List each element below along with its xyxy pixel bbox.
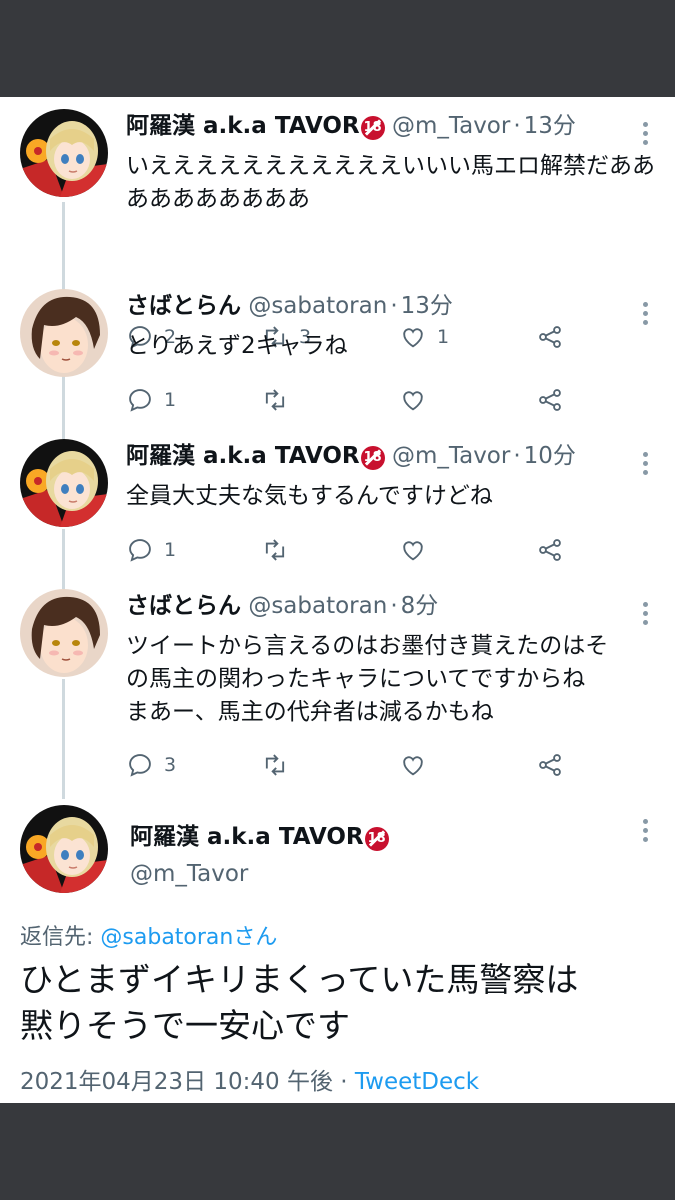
tweet-header: 阿羅漢 a.k.a TAVOR 18 @m_Tavor · 13分 [126, 112, 576, 140]
age-restriction-badge-icon: 18 [360, 116, 385, 140]
bottom-dark-bar [0, 1103, 675, 1200]
reply-to-line: 返信先: @sabatoranさん [20, 919, 277, 951]
tweet-actions: 3 [126, 750, 586, 780]
tweet[interactable]: さばとらん @sabatoran · 13分 とりあえず2キャラね 1 [0, 289, 675, 432]
tweet[interactable]: さばとらん @sabatoran · 8分 ツイートから言えるのはお墨付き貰えたのは… [0, 589, 675, 792]
tweet-source-link[interactable]: TweetDeck [355, 1069, 479, 1095]
reply-button[interactable]: 3 [126, 750, 176, 780]
tweet-time[interactable]: 13分 [401, 293, 453, 319]
user-handle[interactable]: @sabatoran [248, 593, 387, 619]
share-icon [539, 754, 561, 776]
tweet-text: いえええええええええええいいい馬エロ解禁だああああああああああ [126, 153, 655, 212]
tweet-time[interactable]: 10分 [524, 443, 576, 469]
tweet-timestamp[interactable]: 2021年04月23日 10:40 午後 [20, 1069, 333, 1095]
tweet-text-line: まあー、馬主の代弁者は減るかもね [126, 699, 494, 725]
retweet-icon [265, 539, 285, 561]
tweet-time[interactable]: 8分 [401, 593, 439, 619]
display-name[interactable]: 阿羅漢 a.k.a TAVOR [126, 113, 360, 139]
reply-icon [129, 389, 151, 412]
like-button[interactable] [399, 535, 427, 565]
tweet-metadata: 2021年04月23日 10:40 午後 · TweetDeck [20, 1062, 479, 1096]
retweet-icon [265, 754, 285, 776]
focal-user-handle[interactable]: @m_Tavor [130, 861, 248, 887]
tweet-actions: 1 [126, 385, 586, 415]
tweet-text: 全員大丈夫な気もするんですけどね [126, 483, 493, 509]
separator: · [513, 113, 521, 139]
tweet-text-line: の馬主の関わったキャラについてですからね [126, 666, 586, 692]
more-options-icon[interactable] [643, 452, 649, 476]
avatar-brown-hair-character[interactable] [20, 289, 108, 377]
focal-tweet-text: ひとまずイキリまくっていた馬警察は 黙りそうで一安心です [20, 957, 660, 1049]
user-handle[interactable]: @m_Tavor [392, 113, 510, 139]
tweet-header: さばとらん @sabatoran · 8分 [126, 592, 438, 620]
retweet-icon [265, 389, 285, 411]
separator: · [513, 443, 521, 469]
avatar-blonde-character[interactable] [20, 805, 108, 893]
focal-tweet: 阿羅漢 a.k.a TAVOR 18 @m_Tavor 返信先: @sabator… [0, 797, 675, 1103]
display-name[interactable]: 阿羅漢 a.k.a TAVOR [130, 824, 364, 850]
share-button[interactable] [536, 385, 564, 415]
more-options-icon[interactable] [643, 302, 649, 326]
display-name[interactable]: 阿羅漢 a.k.a TAVOR [126, 443, 360, 469]
reply-count: 1 [164, 539, 177, 561]
heart-icon [403, 541, 423, 561]
tweet-actions: 1 [126, 535, 586, 565]
reply-button[interactable]: 1 [126, 385, 176, 415]
retweet-button[interactable] [261, 535, 289, 565]
avatar-blonde-character[interactable] [20, 109, 108, 197]
age-restriction-badge-icon: 18 [364, 827, 389, 851]
more-options-icon[interactable] [643, 819, 649, 843]
reply-button[interactable]: 1 [126, 535, 176, 565]
tweet[interactable]: 阿羅漢 a.k.a TAVOR 18 @m_Tavor · 13分 いええええええええ… [0, 109, 675, 349]
user-handle[interactable]: @sabatoran [248, 293, 387, 319]
user-handle[interactable]: @m_Tavor [392, 443, 510, 469]
avatar-brown-hair-character[interactable] [20, 589, 108, 677]
reply-to-label: 返信先: [20, 925, 101, 950]
reply-icon [129, 539, 151, 562]
retweet-button[interactable] [261, 750, 289, 780]
like-button[interactable] [399, 750, 427, 780]
tweet-header: 阿羅漢 a.k.a TAVOR 18 @m_Tavor · 10分 [126, 442, 576, 470]
tweet[interactable]: 阿羅漢 a.k.a TAVOR 18 @m_Tavor · 10分 全員大丈夫な気もす… [0, 439, 675, 582]
heart-icon [403, 391, 423, 411]
reply-to-handle-link[interactable]: @sabatoranさん [100, 925, 277, 950]
display-name[interactable]: さばとらん [126, 593, 241, 619]
tweet-time[interactable]: 13分 [524, 113, 576, 139]
tweet-header: さばとらん @sabatoran · 13分 [126, 292, 453, 320]
display-name[interactable]: さばとらん [126, 293, 241, 319]
avatar-blonde-character[interactable] [20, 439, 108, 527]
focal-text-line: ひとまずイキリまくっていた馬警察は [20, 960, 579, 999]
reply-count: 3 [164, 754, 177, 776]
focal-display-name[interactable]: 阿羅漢 a.k.a TAVOR 18 [130, 817, 389, 851]
tweet-text: とりあえず2キャラね [126, 333, 348, 359]
share-icon [539, 539, 561, 561]
share-button[interactable] [536, 535, 564, 565]
age-restriction-badge-icon: 18 [360, 446, 385, 470]
more-options-icon[interactable] [643, 602, 649, 626]
tweet-text: ツイートから言えるのはお墨付き貰えたのはそ の馬主の関わったキャラについてですか… [126, 630, 656, 729]
focal-text-line: 黙りそうで一安心です [20, 1006, 350, 1045]
share-icon [539, 389, 561, 411]
heart-icon [403, 756, 423, 776]
separator: · [390, 593, 398, 619]
tweet-text-line: ツイートから言えるのはお墨付き貰えたのはそ [126, 633, 609, 659]
reply-icon [129, 754, 151, 777]
reply-count: 1 [164, 389, 177, 411]
retweet-button[interactable] [261, 385, 289, 415]
top-dark-bar [0, 0, 675, 97]
separator: · [390, 293, 398, 319]
share-button[interactable] [536, 750, 564, 780]
tweet-thread-card: 阿羅漢 a.k.a TAVOR 18 @m_Tavor · 13分 いええええええええ… [0, 97, 675, 1103]
like-button[interactable] [399, 385, 427, 415]
more-options-icon[interactable] [643, 122, 649, 146]
separator: · [332, 1069, 355, 1095]
